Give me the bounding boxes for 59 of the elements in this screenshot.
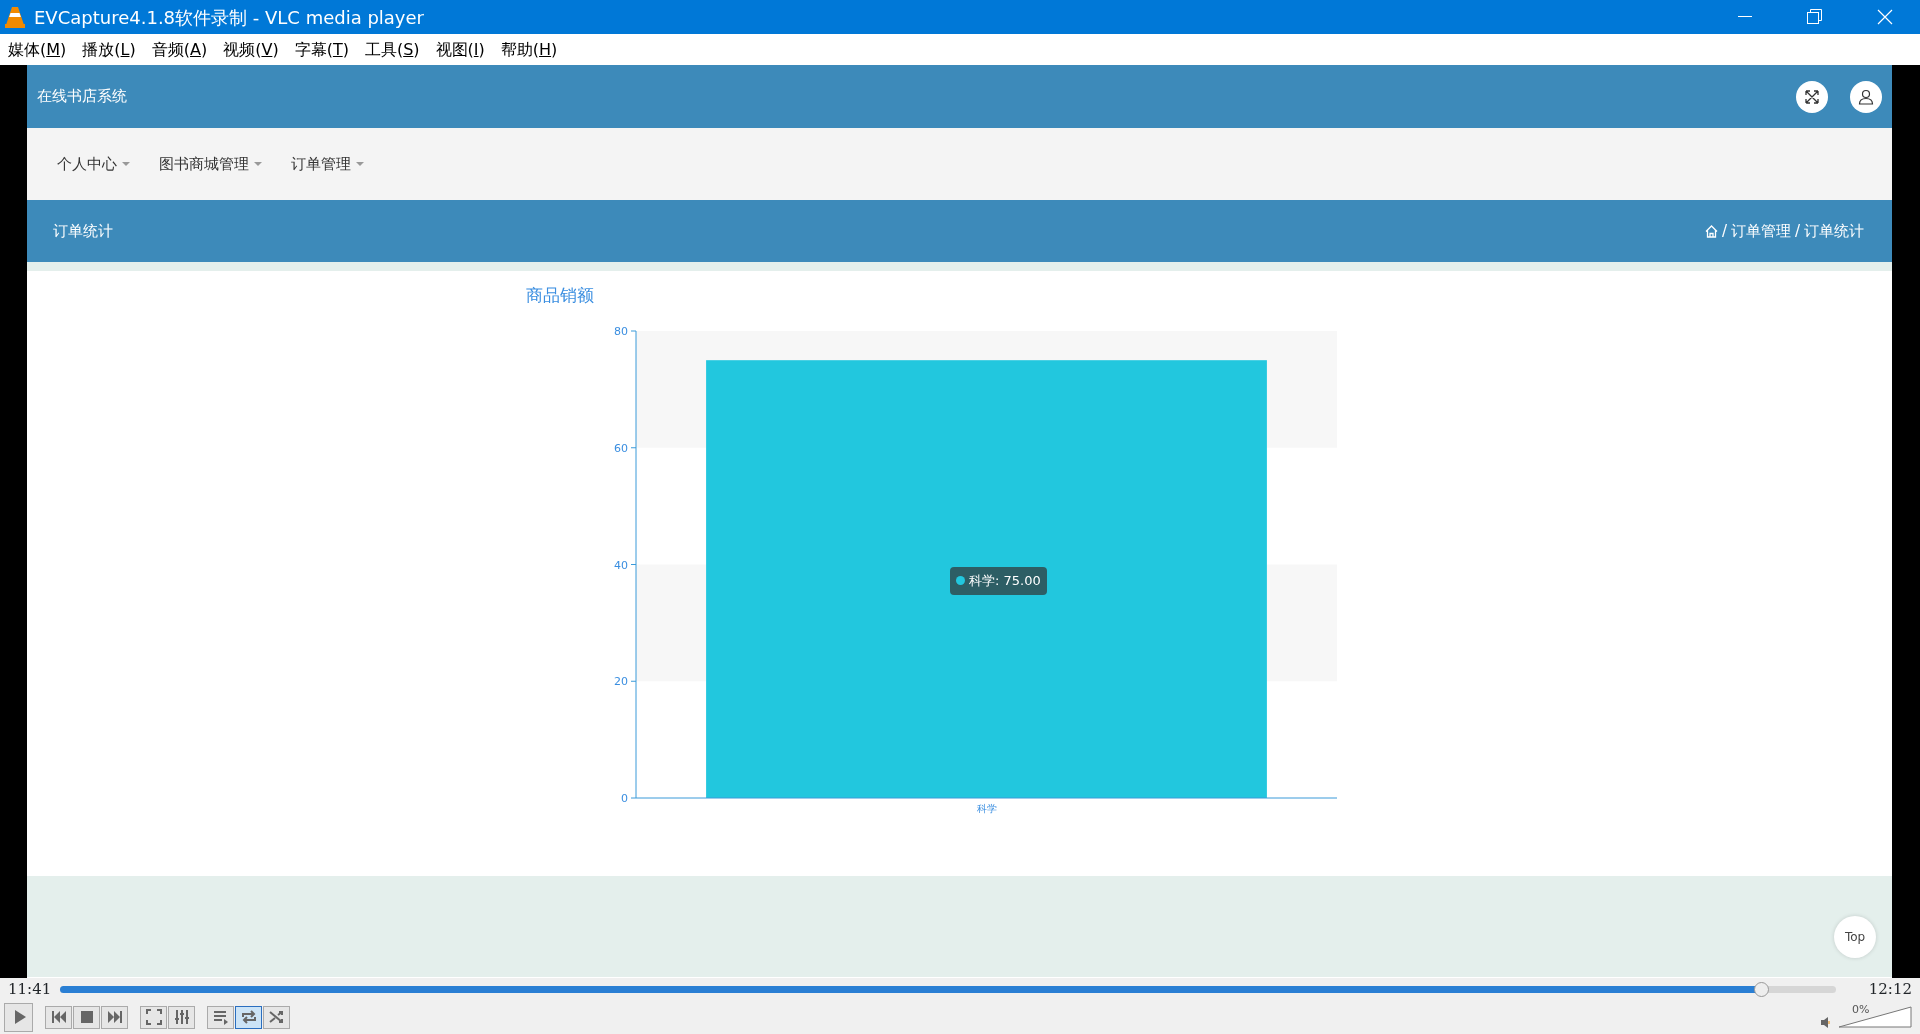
nav-menu[interactable]: 订单管理 — [291, 152, 365, 176]
repeat-button[interactable] — [235, 1005, 262, 1029]
nav-menu[interactable]: 图书商城管理 — [159, 152, 263, 176]
next-icon — [105, 1008, 124, 1026]
breadcrumb-item[interactable]: 订单管理 — [1730, 219, 1791, 243]
nav-menu[interactable]: 个人中心 — [57, 152, 131, 176]
close-icon — [1877, 9, 1893, 25]
user-button[interactable] — [1850, 80, 1882, 113]
next-button[interactable] — [101, 1005, 128, 1029]
y-tick-label: 20 — [614, 675, 628, 689]
menu-item[interactable]: 播放(L) — [74, 37, 144, 62]
y-tick-label: 60 — [614, 441, 628, 455]
menu-item[interactable]: 音频(A) — [143, 37, 216, 62]
previous-icon — [49, 1008, 68, 1026]
caret-icon — [355, 161, 365, 167]
breadcrumb-separator: / — [1721, 220, 1727, 242]
restore-icon — [1807, 9, 1823, 25]
shuffle-icon — [267, 1008, 286, 1026]
window-title: EVCapture4.1.8软件录制 - VLC media player — [34, 5, 424, 30]
x-tick-label: 科学 — [976, 803, 997, 814]
breadcrumb-separator: / — [1794, 220, 1800, 242]
home-icon[interactable] — [1704, 224, 1718, 238]
seek-handle[interactable] — [1754, 981, 1770, 997]
repeat-icon — [239, 1008, 258, 1026]
playlist-button[interactable] — [207, 1005, 234, 1029]
menu-item[interactable]: 视图(I) — [427, 37, 493, 62]
elapsed-time: 11:41 — [7, 978, 53, 1000]
minimize-icon — [1738, 16, 1752, 18]
play-button[interactable] — [4, 1002, 33, 1032]
menu-item[interactable]: 视频(V) — [215, 37, 287, 62]
total-time: 12:12 — [1867, 978, 1913, 1000]
back-to-top-button[interactable]: Top — [1834, 916, 1876, 958]
volume-slider[interactable]: 0% — [1838, 1006, 1912, 1028]
fullscreen-icon — [144, 1008, 163, 1026]
y-tick-label: 80 — [614, 325, 628, 338]
equalizer-button[interactable] — [168, 1005, 195, 1029]
caret-icon — [121, 161, 131, 167]
y-tick-label: 40 — [614, 558, 628, 572]
stop-button[interactable] — [73, 1005, 100, 1029]
fullscreen-button[interactable] — [1796, 80, 1828, 113]
menu-item[interactable]: 媒体(M) — [0, 37, 75, 62]
chart-title: 商品销额 — [526, 284, 594, 307]
site-title: 在线书店系统 — [37, 86, 127, 108]
y-tick-label: 0 — [621, 792, 628, 805]
menu-item[interactable]: 工具(S) — [356, 37, 428, 62]
caret-icon — [253, 161, 263, 167]
user-icon — [1858, 88, 1874, 105]
previous-button[interactable] — [45, 1005, 72, 1029]
menu-item[interactable]: 字幕(T) — [286, 37, 357, 62]
expand-arrows-icon — [1804, 88, 1820, 105]
chart-tooltip: 科学: 75.00 — [950, 567, 1047, 595]
playlist-icon — [211, 1008, 230, 1026]
menu-item[interactable]: 帮助(H) — [492, 37, 566, 62]
breadcrumb-item: 订单统计 — [1804, 220, 1864, 242]
shuffle-button[interactable] — [263, 1005, 290, 1029]
page-title: 订单统计 — [53, 220, 113, 242]
traffic-cone-icon — [4, 5, 26, 29]
speaker-icon[interactable] — [1821, 1017, 1830, 1028]
equalizer-icon — [172, 1008, 191, 1026]
